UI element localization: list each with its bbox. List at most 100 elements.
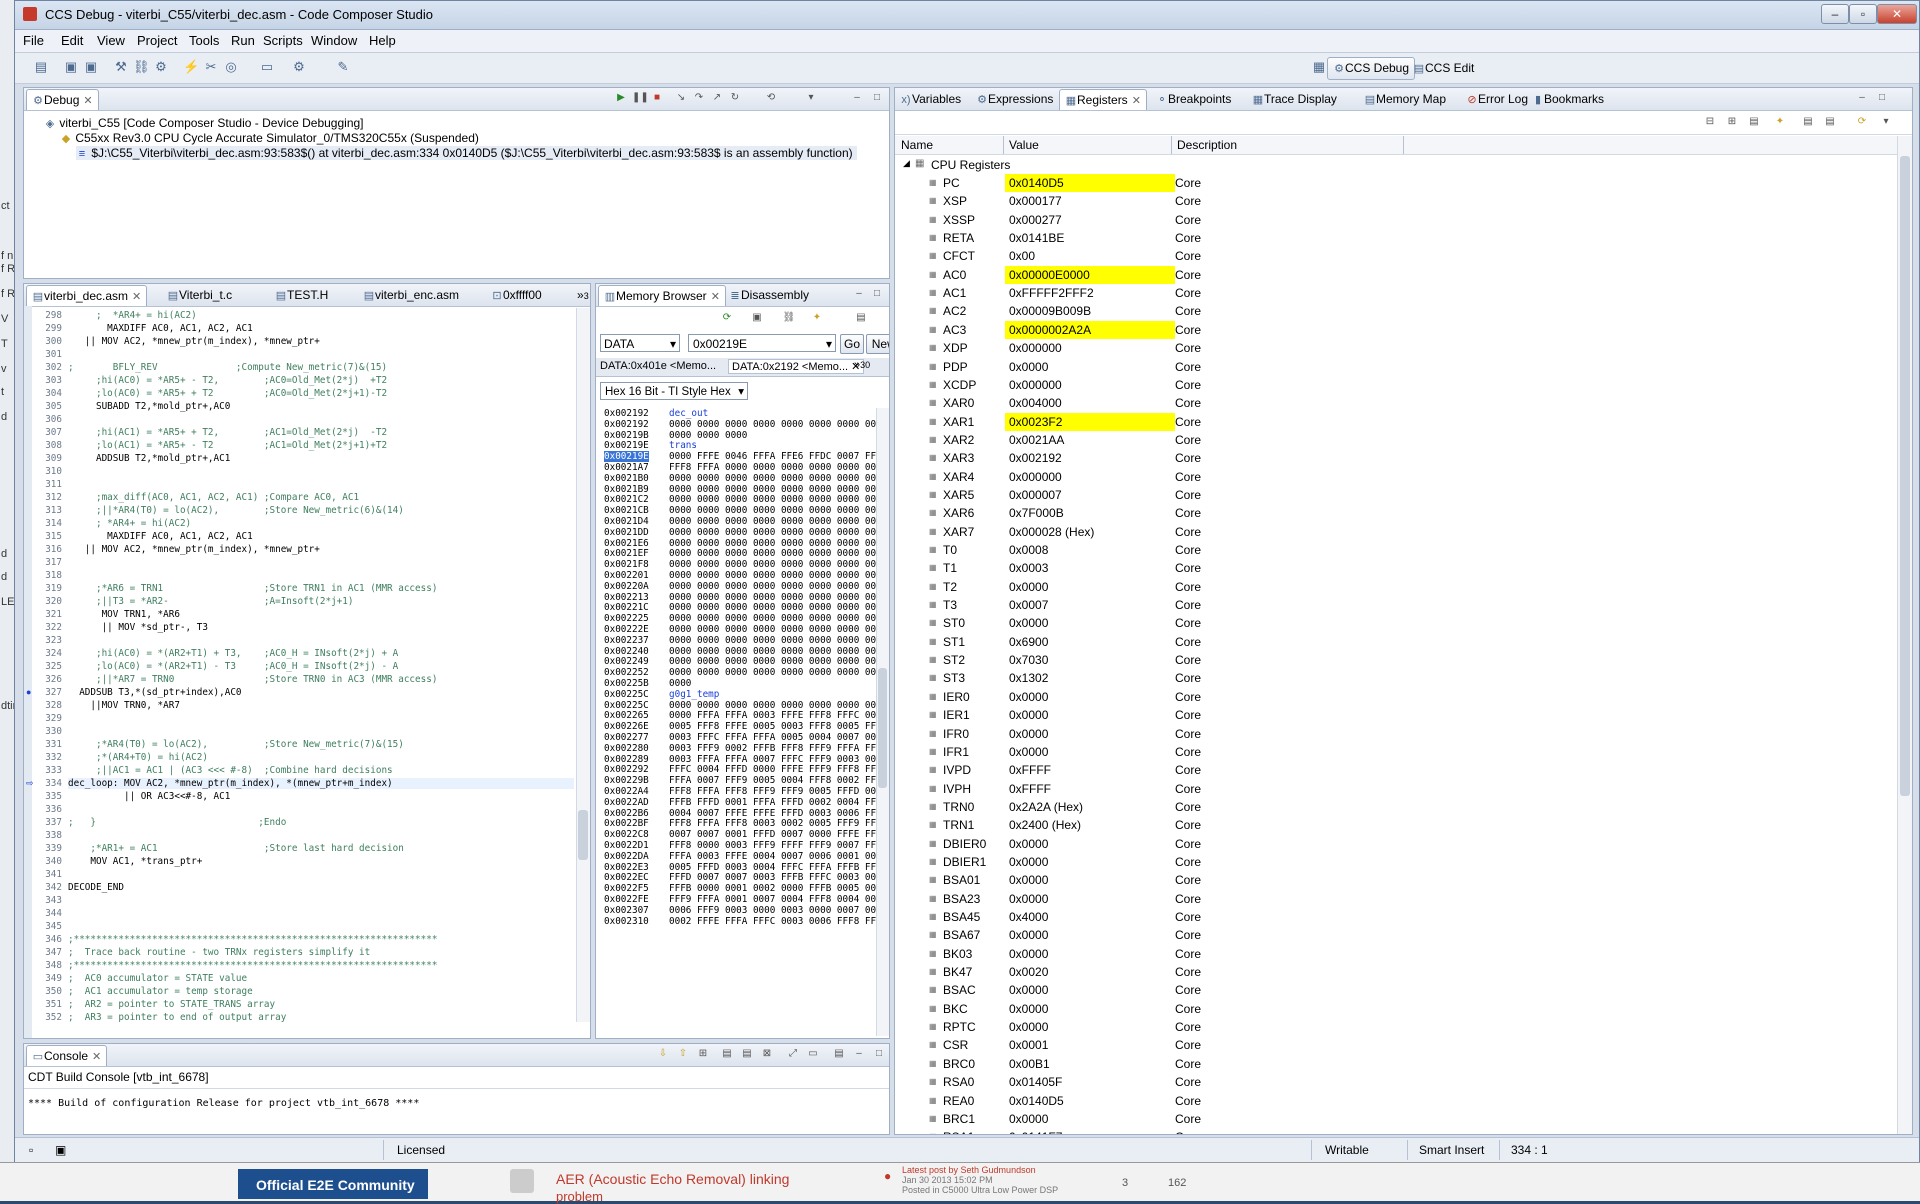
menu-help[interactable]: Help xyxy=(369,33,396,48)
register-row[interactable]: ▦ RPTC 0x0000 Core xyxy=(895,1018,1685,1036)
subtab-overflow[interactable]: »30 xyxy=(854,359,870,371)
register-row[interactable]: ▦ CSR 0x0001 Core xyxy=(895,1036,1685,1054)
code-line[interactable]: ;*AR1+ = AC1 ;Store last hard decision xyxy=(68,843,403,854)
memory-values[interactable]: 0004 0007 FFFE FFFE FFFD 0003 0006 FFFA … xyxy=(669,808,889,819)
register-value[interactable]: 0x0000 xyxy=(1005,614,1175,632)
code-line[interactable]: MOV TRN1, *AR6 xyxy=(68,609,180,620)
code-line[interactable]: ADDSUB T3,*(sd_ptr+index),AC0 xyxy=(68,687,241,698)
tab-test-h[interactable]: ▤TEST.H xyxy=(270,285,333,305)
build-icon[interactable]: ⚒ xyxy=(113,59,129,75)
register-row[interactable]: ▦ BRC1 0x0000 Core xyxy=(895,1110,1685,1128)
memory-values[interactable]: 0000 0000 0000 0000 0000 0000 0000 0000 … xyxy=(669,635,889,646)
register-row[interactable]: ▦ BKC 0x0000 Core xyxy=(895,1000,1685,1018)
tab-registers[interactable]: ▦Registers ✕ xyxy=(1059,89,1147,110)
memory-grid[interactable]: 0x002192 dec_out 0x002192 0000 0000 0000 00… xyxy=(596,408,887,1036)
memory-scrollbar[interactable] xyxy=(876,408,889,1036)
display-console-icon[interactable]: ▭ xyxy=(806,1048,820,1060)
code-line[interactable]: ;*AR4(T0) = lo(AC2), ;Store New_metric(7… xyxy=(68,739,404,750)
register-value[interactable]: 0x0000002A2A xyxy=(1005,320,1175,339)
register-row[interactable]: ▦ AC3 0x0000002A2A Core xyxy=(895,320,1685,339)
code-line[interactable]: ||MOV TRN0, *AR7 xyxy=(68,700,180,711)
code-line[interactable]: ;lo(AC0) = *AR5+ + T2 ;AC0=Old_Met(2*j+1… xyxy=(68,388,387,399)
register-value[interactable]: 0x000177 xyxy=(1005,192,1175,210)
tab-expressions[interactable]: ⚙Expressions xyxy=(971,89,1058,109)
step-asm-icon[interactable]: ↻ xyxy=(728,92,742,104)
go-button[interactable]: Go xyxy=(840,334,864,354)
register-value[interactable]: 0x0023F2 xyxy=(1005,412,1175,431)
close-button[interactable]: ✕ xyxy=(1877,4,1917,24)
register-row[interactable]: ▦ XSP 0x000177 Core xyxy=(895,192,1685,210)
register-value[interactable]: 0xFFFFF2FFF2 xyxy=(1005,284,1175,302)
resume-icon[interactable]: ▶ xyxy=(614,92,628,104)
memory-values[interactable]: 0000 0000 0000 0000 0000 0000 0000 0000 … xyxy=(669,527,889,538)
register-row[interactable]: ▦ XAR4 0x000000 Core xyxy=(895,468,1685,486)
code-line[interactable]: ; *AR4+ = hi(AC2) xyxy=(68,310,197,321)
code-line[interactable]: ;*AR6 = TRN1 ;Store TRN1 in AC1 (MMR acc… xyxy=(68,583,437,594)
post-title-link[interactable]: AER (Acoustic Echo Removal) linking xyxy=(556,1171,789,1187)
register-value[interactable]: 0x0000 xyxy=(1005,688,1175,706)
register-row[interactable]: ▦ DBIER0 0x0000 Core xyxy=(895,835,1685,853)
memory-values[interactable]: 0000 0000 0000 0000 0000 0000 0000 0000 … xyxy=(669,581,889,592)
code-line[interactable]: dec_loop: MOV AC2, *mnew_ptr(m_index), *… xyxy=(68,778,574,789)
register-row[interactable]: ▦ PC 0x0140D5 Core xyxy=(895,174,1685,192)
register-row[interactable]: ▦ ST1 0x6900 Core xyxy=(895,633,1685,651)
import-icon[interactable]: ✦ xyxy=(810,312,824,324)
register-row[interactable]: ▦ RSA0 0x01405F Core xyxy=(895,1073,1685,1091)
code-line[interactable]: || MOV AC2, *mnew_ptr(m_index), *mnew_pt… xyxy=(68,544,320,555)
memory-values[interactable]: 0000 0000 0000 0000 0000 0000 0000 0000 … xyxy=(669,570,889,581)
menu-project[interactable]: Project xyxy=(137,33,177,48)
memory-values[interactable]: 0000 0000 0000 0000 0000 0000 0000 0000 … xyxy=(669,484,889,495)
register-row[interactable]: ▦ XAR6 0x7F000B Core xyxy=(895,504,1685,522)
register-value[interactable]: 0x0000 xyxy=(1005,853,1175,871)
register-value[interactable]: 0x000000 xyxy=(1005,339,1175,357)
register-value[interactable]: 0x0008 xyxy=(1005,541,1175,559)
refresh-icon[interactable]: ⟳ xyxy=(720,312,734,324)
register-row[interactable]: ▦ AC0 0x00000E0000 Core xyxy=(895,265,1685,284)
register-row[interactable]: ▦ IFR0 0x0000 Core xyxy=(895,725,1685,743)
progress-icon[interactable]: ▣ xyxy=(55,1143,66,1157)
code-line[interactable]: ; Trace back routine - two TRNx register… xyxy=(68,947,370,958)
memory-values[interactable]: 0003 FFF9 0002 FFFB FFF8 FFF9 FFFA FFFA … xyxy=(669,743,889,754)
memory-values[interactable]: 0000 0000 0000 0000 0000 0000 0000 0000 … xyxy=(669,656,889,667)
maximize-view-icon[interactable]: □ xyxy=(870,288,884,300)
post-title-link-2[interactable]: problem xyxy=(556,1189,603,1204)
memory-values[interactable]: 0000 0000 0000 0000 0000 0000 0000 0000 … xyxy=(669,700,889,711)
minimize-view-icon[interactable]: – xyxy=(852,1048,866,1060)
save-all-icon[interactable]: ▣ xyxy=(83,59,99,75)
restore-button[interactable]: ▫ xyxy=(1849,4,1877,24)
register-value[interactable]: 0x0000 xyxy=(1005,835,1175,853)
register-value[interactable]: 0x00000E0000 xyxy=(1005,265,1175,284)
step-return-icon[interactable]: ↗ xyxy=(710,92,724,104)
menu-view[interactable]: View xyxy=(97,33,125,48)
code-line[interactable]: ;hi(AC1) = *AR5+ + T2, ;AC1=Old_Met(2*j)… xyxy=(68,427,387,438)
minimize-view-icon[interactable]: – xyxy=(850,92,864,104)
register-row[interactable]: ▦ IER0 0x0000 Core xyxy=(895,688,1685,706)
maximize-view-icon[interactable]: □ xyxy=(872,1048,886,1060)
tab-breakpoints[interactable]: ⚬Breakpoints xyxy=(1151,89,1236,109)
register-value[interactable]: 0x0000 xyxy=(1005,871,1175,889)
menu-window[interactable]: Window xyxy=(311,33,357,48)
save-icon[interactable]: ▣ xyxy=(63,59,79,75)
register-row[interactable]: ▦ XAR0 0x004000 Core xyxy=(895,394,1685,412)
memory-values[interactable]: FFFB FFFD 0001 FFFA FFFD 0002 0004 FFFD … xyxy=(669,797,889,808)
register-row[interactable]: ▦ XSSP 0x000277 Core xyxy=(895,211,1685,229)
continuous-refresh-icon[interactable]: ⟳ xyxy=(1855,116,1869,128)
memory-values[interactable]: 0000 FFFA FFFA 0003 FFFE FFF8 FFFC 0001 … xyxy=(669,710,889,721)
register-row[interactable]: ▦ BSA01 0x0000 Core xyxy=(895,871,1685,889)
register-value[interactable]: 0x002192 xyxy=(1005,449,1175,467)
pin-icon[interactable]: ▤ xyxy=(1823,116,1837,128)
memory-values[interactable]: 0000 0000 0000 0000 0000 0000 0000 0000 … xyxy=(669,505,889,516)
register-row[interactable]: ▦ ST3 0x1302 Core xyxy=(895,669,1685,687)
register-value[interactable]: 0x000000 xyxy=(1005,376,1175,394)
step-into-icon[interactable]: ↘ xyxy=(674,92,688,104)
debug-frame-item[interactable]: ≡ $J:\C55_Viterbi\viterbi_dec.asm:93:583… xyxy=(76,146,857,160)
memory-values[interactable]: 0000 0000 0000 0000 0000 0000 0000 0000 … xyxy=(669,538,889,549)
terminate-icon[interactable]: ■ xyxy=(650,92,664,104)
connect-icon[interactable]: ⚡ xyxy=(183,59,199,75)
menu-scripts[interactable]: Scripts xyxy=(263,33,303,48)
register-row[interactable]: ▦ XAR7 0x000028 (Hex) Core xyxy=(895,523,1685,541)
maximize-view-icon[interactable]: □ xyxy=(1875,92,1889,104)
memory-values[interactable]: 0003 FFFA FFFA 0007 FFFC FFF9 0003 0006 … xyxy=(669,754,889,765)
code-line[interactable]: ;lo(AC0) = *(AR2+T1) - T3 ;AC0_H = INsof… xyxy=(68,661,398,672)
collapse-all-icon[interactable]: ⊟ xyxy=(1703,116,1717,128)
